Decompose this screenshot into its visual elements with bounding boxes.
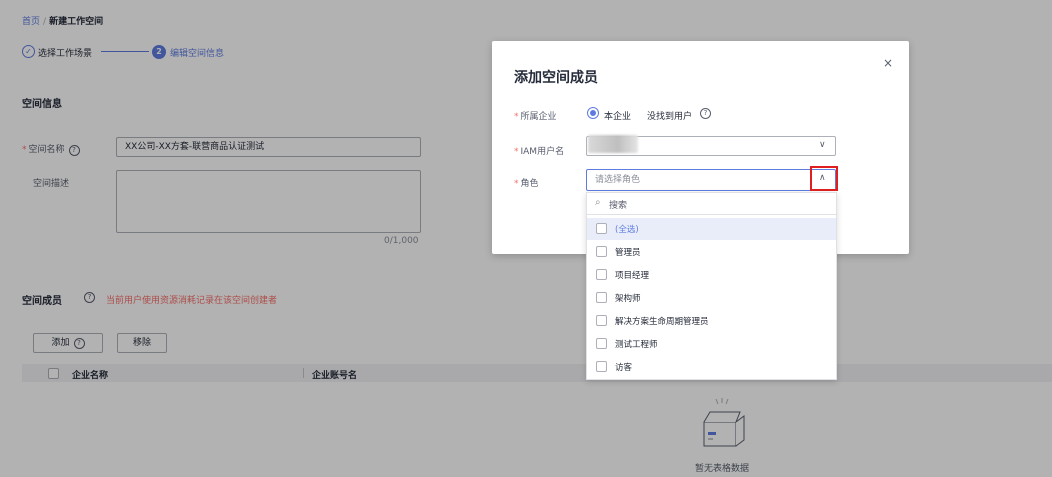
role-label-text: 角色 <box>520 179 539 189</box>
iam-user-label: * IAM用户名 <box>514 144 564 157</box>
role-search-box[interactable]: ⌕ 搜索 <box>587 193 836 215</box>
chevron-down-icon[interactable]: ∨ <box>819 140 826 150</box>
option-checkbox[interactable] <box>596 269 607 280</box>
role-option-test-engineer[interactable]: 测试工程师 <box>587 333 836 355</box>
required-mark: * <box>514 179 519 189</box>
not-found-user-link[interactable]: 没找到用户 <box>647 109 692 122</box>
role-option-project-manager[interactable]: 项目经理 <box>587 264 836 286</box>
redacted-username <box>588 135 638 153</box>
required-mark: * <box>514 147 519 157</box>
option-label: 访客 <box>615 363 633 373</box>
option-checkbox[interactable] <box>596 246 607 257</box>
option-label: 架构师 <box>615 294 641 304</box>
role-option-select-all[interactable]: (全选) <box>587 218 836 240</box>
required-mark: * <box>514 112 519 122</box>
search-icon: ⌕ <box>595 197 601 208</box>
page: 首页 / 新建工作空间 ✓ 选择工作场景 2 编辑空间信息 空间信息 * 空间名称? … <box>0 0 1052 477</box>
option-checkbox[interactable] <box>596 361 607 372</box>
iam-user-label-text: IAM用户名 <box>520 147 565 157</box>
role-select[interactable]: 请选择角色 <box>586 169 836 191</box>
role-dropdown: ⌕ 搜索 (全选) 管理员 项目经理 架构师 解决方案生命周期管理员 测试工程师… <box>586 192 837 380</box>
option-checkbox[interactable] <box>596 338 607 349</box>
role-option-visitor[interactable]: 访客 <box>587 356 836 378</box>
role-placeholder: 请选择角色 <box>595 175 641 185</box>
option-checkbox[interactable] <box>596 223 607 234</box>
enterprise-option-label[interactable]: 本企业 <box>604 109 631 122</box>
enterprise-label: * 所属企业 <box>514 109 557 122</box>
option-checkbox[interactable] <box>596 315 607 326</box>
option-label: 测试工程师 <box>615 340 658 350</box>
option-label: 项目经理 <box>615 271 650 281</box>
chevron-up-icon[interactable]: ∧ <box>819 173 826 183</box>
option-label: 解决方案生命周期管理员 <box>615 317 709 327</box>
not-found-help-icon[interactable]: ? <box>700 108 711 119</box>
role-search-placeholder[interactable]: 搜索 <box>609 198 627 211</box>
modal-title: 添加空间成员 <box>514 70 598 86</box>
enterprise-label-text: 所属企业 <box>520 112 557 122</box>
option-label: 管理员 <box>615 248 641 258</box>
option-checkbox[interactable] <box>596 292 607 303</box>
enterprise-radio[interactable] <box>587 107 599 119</box>
close-icon[interactable]: × <box>883 57 893 69</box>
role-option-solution-lifecycle-admin[interactable]: 解决方案生命周期管理员 <box>587 310 836 332</box>
role-label: * 角色 <box>514 176 539 189</box>
option-label: (全选) <box>615 225 639 235</box>
role-option-admin[interactable]: 管理员 <box>587 241 836 263</box>
role-option-architect[interactable]: 架构师 <box>587 287 836 309</box>
